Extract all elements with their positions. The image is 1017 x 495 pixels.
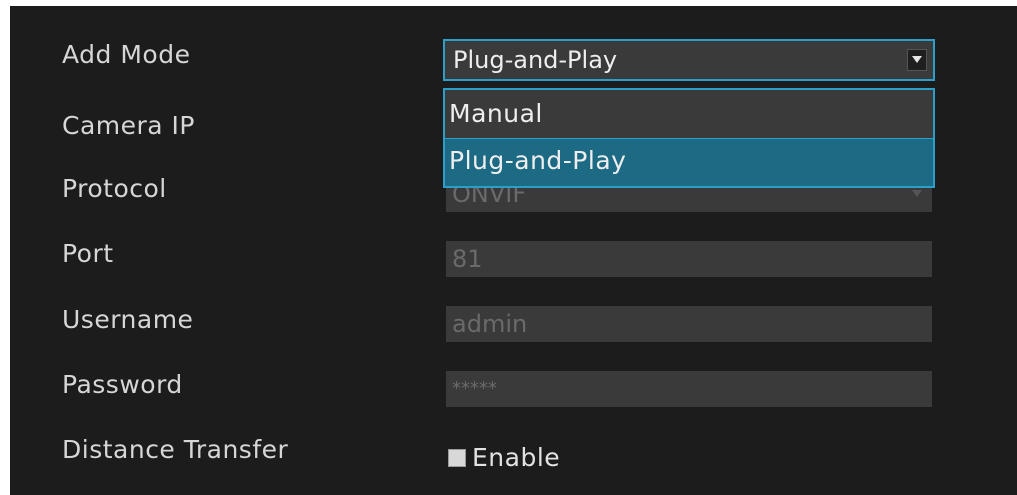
port-value: 81 <box>452 245 483 273</box>
password-value: ***** <box>452 378 497 399</box>
username-label: Username <box>62 305 194 334</box>
enable-checkbox-label[interactable]: Enable <box>472 443 560 473</box>
checkbox-icon[interactable] <box>448 449 466 467</box>
distance-transfer-label: Distance Transfer <box>62 435 289 464</box>
add-mode-label: Add Mode <box>62 40 191 69</box>
protocol-label: Protocol <box>62 174 167 203</box>
password-label: Password <box>62 370 183 399</box>
port-label: Port <box>62 239 114 268</box>
chevron-down-icon[interactable] <box>907 49 927 71</box>
add-mode-dropdown: Manual Plug-and-Play <box>443 88 935 188</box>
username-input[interactable]: admin <box>446 306 932 342</box>
option-manual[interactable]: Manual <box>445 90 933 138</box>
port-input[interactable]: 81 <box>446 241 932 277</box>
camera-ip-label: Camera IP <box>62 111 196 140</box>
add-camera-panel: Add Mode Camera IP Protocol Port Usernam… <box>10 6 1017 495</box>
add-mode-selected-value: Plug-and-Play <box>453 46 618 74</box>
password-input[interactable]: ***** <box>446 371 932 407</box>
option-plug-and-play[interactable]: Plug-and-Play <box>445 138 933 186</box>
add-mode-select[interactable]: Plug-and-Play <box>443 39 935 81</box>
username-value: admin <box>452 310 528 338</box>
